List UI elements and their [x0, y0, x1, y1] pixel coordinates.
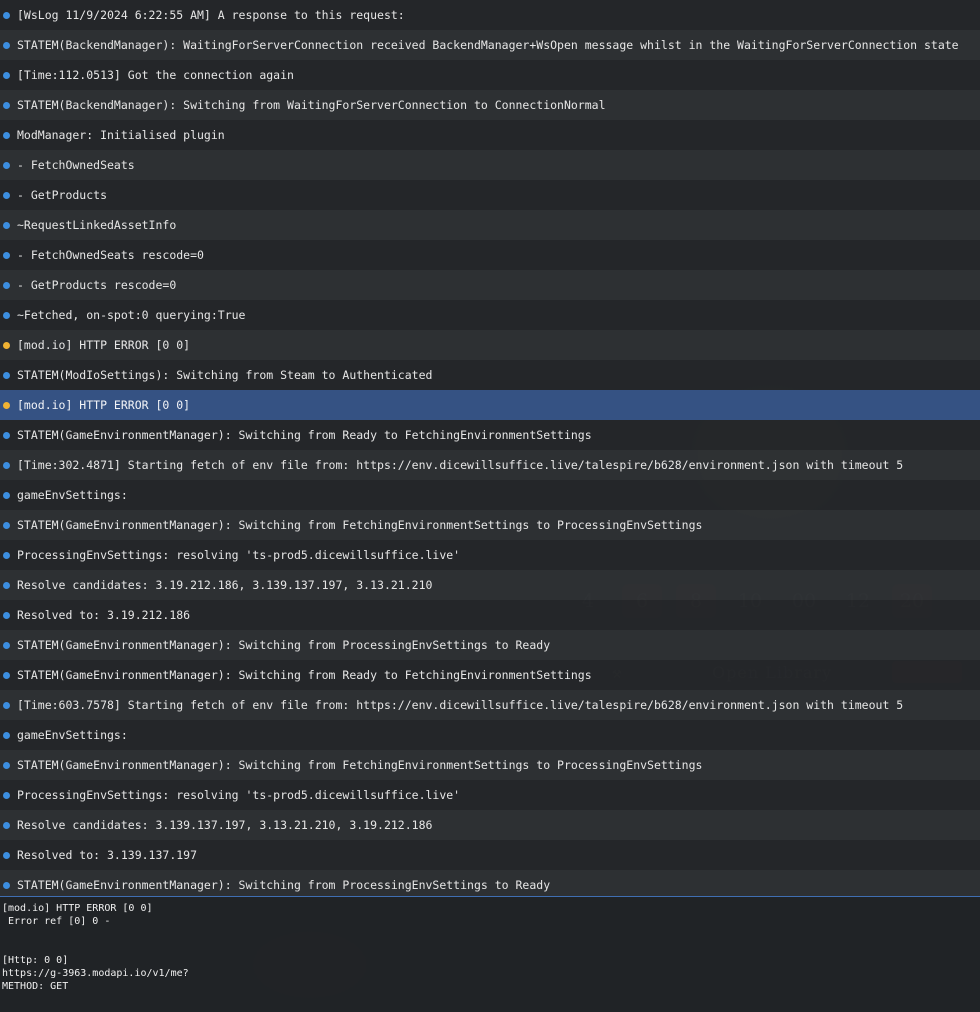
log-entry[interactable]: STATEM(BackendManager): WaitingForServer…	[0, 30, 980, 60]
warning-dot-icon	[3, 341, 10, 349]
log-entry[interactable]: ProcessingEnvSettings: resolving 'ts-pro…	[0, 540, 980, 570]
log-entry-text: Resolve candidates: 3.139.137.197, 3.13.…	[17, 818, 433, 832]
log-entry[interactable]: STATEM(GameEnvironmentManager): Switchin…	[0, 870, 980, 896]
log-entry[interactable]: STATEM(GameEnvironmentManager): Switchin…	[0, 510, 980, 540]
log-entry[interactable]: [WsLog 11/9/2024 6:22:55 AM] A response …	[0, 0, 980, 30]
info-dot-icon	[3, 101, 10, 109]
log-entry-text: ModManager: Initialised plugin	[17, 128, 225, 142]
info-dot-icon	[3, 881, 10, 889]
log-entry[interactable]: STATEM(GameEnvironmentManager): Switchin…	[0, 630, 980, 660]
log-entry[interactable]: gameEnvSettings:	[0, 720, 980, 750]
log-entry-text: - GetProducts	[17, 188, 108, 202]
log-detail-text: [mod.io] HTTP ERROR [0 0] Error ref [0] …	[2, 903, 189, 992]
log-entry[interactable]: [mod.io] HTTP ERROR [0 0]	[0, 390, 980, 420]
log-entry-text: [mod.io] HTTP ERROR [0 0]	[17, 398, 191, 412]
log-detail-pane[interactable]: [mod.io] HTTP ERROR [0 0] Error ref [0] …	[0, 896, 980, 1012]
log-entry[interactable]: gameEnvSettings:	[0, 480, 980, 510]
log-entry-text: STATEM(GameEnvironmentManager): Switchin…	[17, 428, 592, 442]
info-dot-icon	[3, 701, 10, 709]
log-entry[interactable]: ~RequestLinkedAssetInfo	[0, 210, 980, 240]
info-dot-icon	[3, 641, 10, 649]
log-entry-text: ProcessingEnvSettings: resolving 'ts-pro…	[17, 548, 461, 562]
warning-dot-icon	[3, 401, 10, 409]
info-dot-icon	[3, 11, 10, 19]
info-dot-icon	[3, 311, 10, 319]
log-entry-text: STATEM(BackendManager): WaitingForServer…	[17, 38, 959, 52]
info-dot-icon	[3, 371, 10, 379]
info-dot-icon	[3, 71, 10, 79]
info-dot-icon	[3, 761, 10, 769]
log-entry[interactable]: [Time:302.4871] Starting fetch of env fi…	[0, 450, 980, 480]
log-entry-text: STATEM(GameEnvironmentManager): Switchin…	[17, 878, 551, 892]
log-entry[interactable]: ModManager: Initialised plugin	[0, 120, 980, 150]
log-entry-text: [Time:603.7578] Starting fetch of env fi…	[17, 698, 904, 712]
log-entry[interactable]: STATEM(GameEnvironmentManager): Switchin…	[0, 420, 980, 450]
log-entry[interactable]: STATEM(BackendManager): Switching from W…	[0, 90, 980, 120]
info-dot-icon	[3, 431, 10, 439]
log-entry-text: Resolved to: 3.19.212.186	[17, 608, 191, 622]
log-entry[interactable]: - FetchOwnedSeats	[0, 150, 980, 180]
log-entry[interactable]: Resolved to: 3.139.137.197	[0, 840, 980, 870]
log-entry[interactable]: - GetProducts rescode=0	[0, 270, 980, 300]
log-entry[interactable]: Resolve candidates: 3.19.212.186, 3.139.…	[0, 570, 980, 600]
info-dot-icon	[3, 221, 10, 229]
info-dot-icon	[3, 521, 10, 529]
log-entry[interactable]: - FetchOwnedSeats rescode=0	[0, 240, 980, 270]
info-dot-icon	[3, 191, 10, 199]
log-entry[interactable]: [Time:603.7578] Starting fetch of env fi…	[0, 690, 980, 720]
info-dot-icon	[3, 731, 10, 739]
log-entry-text: STATEM(GameEnvironmentManager): Switchin…	[17, 518, 703, 532]
log-entry-text: - GetProducts rescode=0	[17, 278, 177, 292]
log-entry-text: gameEnvSettings:	[17, 728, 128, 742]
info-dot-icon	[3, 491, 10, 499]
log-entry[interactable]: ~Fetched, on-spot:0 querying:True	[0, 300, 980, 330]
log-entry-text: - FetchOwnedSeats	[17, 158, 135, 172]
info-dot-icon	[3, 611, 10, 619]
log-entry-text: STATEM(GameEnvironmentManager): Switchin…	[17, 668, 592, 682]
info-dot-icon	[3, 461, 10, 469]
log-entry-text: STATEM(GameEnvironmentManager): Switchin…	[17, 758, 703, 772]
log-entry[interactable]: STATEM(GameEnvironmentManager): Switchin…	[0, 750, 980, 780]
log-entry-text: [WsLog 11/9/2024 6:22:55 AM] A response …	[17, 8, 405, 22]
log-entry-text: [Time:302.4871] Starting fetch of env fi…	[17, 458, 904, 472]
log-entry-text: STATEM(GameEnvironmentManager): Switchin…	[17, 638, 551, 652]
info-dot-icon	[3, 41, 10, 49]
info-dot-icon	[3, 671, 10, 679]
log-entry[interactable]: Resolved to: 3.19.212.186	[0, 600, 980, 630]
info-dot-icon	[3, 821, 10, 829]
log-entry-text: ~RequestLinkedAssetInfo	[17, 218, 177, 232]
log-entry-text: ~Fetched, on-spot:0 querying:True	[17, 308, 246, 322]
log-entry-text: gameEnvSettings:	[17, 488, 128, 502]
log-entry[interactable]: Resolve candidates: 3.139.137.197, 3.13.…	[0, 810, 980, 840]
info-dot-icon	[3, 251, 10, 259]
game-window: 46810001220 ⚒ Open Library [WsLog 11/9/2…	[0, 0, 980, 1012]
log-entry-text: STATEM(ModIoSettings): Switching from St…	[17, 368, 433, 382]
log-entry[interactable]: STATEM(ModIoSettings): Switching from St…	[0, 360, 980, 390]
info-dot-icon	[3, 851, 10, 859]
log-entry[interactable]: ProcessingEnvSettings: resolving 'ts-pro…	[0, 780, 980, 810]
log-entry-text: STATEM(BackendManager): Switching from W…	[17, 98, 606, 112]
info-dot-icon	[3, 791, 10, 799]
info-dot-icon	[3, 131, 10, 139]
log-entry-text: ProcessingEnvSettings: resolving 'ts-pro…	[17, 788, 461, 802]
log-entry[interactable]: [Time:112.0513] Got the connection again	[0, 60, 980, 90]
info-dot-icon	[3, 281, 10, 289]
info-dot-icon	[3, 551, 10, 559]
info-dot-icon	[3, 581, 10, 589]
log-entry[interactable]: STATEM(GameEnvironmentManager): Switchin…	[0, 660, 980, 690]
log-entry-text: Resolve candidates: 3.19.212.186, 3.139.…	[17, 578, 433, 592]
log-entry[interactable]: - GetProducts	[0, 180, 980, 210]
log-entry-text: Resolved to: 3.139.137.197	[17, 848, 198, 862]
log-entry[interactable]: [mod.io] HTTP ERROR [0 0]	[0, 330, 980, 360]
log-entry-text: - FetchOwnedSeats rescode=0	[17, 248, 204, 262]
log-entry-text: [mod.io] HTTP ERROR [0 0]	[17, 338, 191, 352]
info-dot-icon	[3, 161, 10, 169]
log-entry-text: [Time:112.0513] Got the connection again	[17, 68, 294, 82]
console-log-list[interactable]: [WsLog 11/9/2024 6:22:55 AM] A response …	[0, 0, 980, 896]
